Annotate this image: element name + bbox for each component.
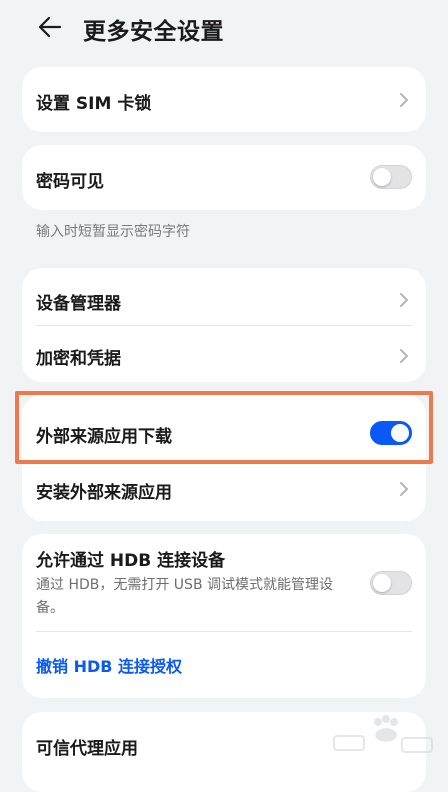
chevron-right-icon — [398, 291, 410, 309]
chevron-right-icon — [398, 347, 410, 365]
password-visible-row: 密码可见 — [22, 145, 426, 210]
sim-lock-card: 设置 SIM 卡锁 — [22, 67, 426, 132]
toggle-knob — [373, 168, 391, 186]
hdb-label: 允许通过 HDB 连接设备 — [36, 551, 226, 571]
encryption-credentials-label: 加密和凭据 — [36, 349, 121, 369]
password-visible-toggle[interactable] — [370, 165, 412, 189]
trust-agents-label: 可信代理应用 — [36, 739, 138, 759]
divider — [36, 631, 412, 632]
password-visible-label: 密码可见 — [36, 172, 104, 192]
arrow-left-icon[interactable] — [34, 12, 66, 42]
toggle-knob — [373, 574, 391, 592]
install-external-label: 安装外部来源应用 — [36, 483, 172, 503]
encryption-credentials-row[interactable]: 加密和凭据 — [22, 326, 426, 382]
highlight-box — [15, 391, 433, 464]
device-manager-row[interactable]: 设备管理器 — [22, 268, 426, 325]
hdb-description: 通过 HDB，无需打开 USB 调试模式就能管理设备。 — [36, 577, 333, 616]
sim-lock-label: 设置 SIM 卡锁 — [36, 94, 152, 114]
hdb-row: 允许通过 HDB 连接设备 通过 HDB，无需打开 USB 调试模式就能管理设备… — [22, 534, 426, 631]
chevron-right-icon — [398, 480, 410, 498]
install-external-row[interactable]: 安装外部来源应用 — [22, 467, 426, 521]
hdb-toggle[interactable] — [370, 571, 412, 595]
password-visible-caption: 输入时短暂显示密码字符 — [36, 224, 190, 240]
chevron-right-icon — [398, 91, 410, 109]
watermark-logo — [328, 712, 438, 760]
sim-lock-row[interactable]: 设置 SIM 卡锁 — [22, 67, 426, 132]
device-management-card: 设备管理器 加密和凭据 — [22, 268, 426, 382]
password-visible-card: 密码可见 — [22, 145, 426, 210]
revoke-hdb-link[interactable]: 撤销 HDB 连接授权 — [36, 653, 182, 677]
header-bar: 更多安全设置 — [0, 0, 448, 58]
page-title: 更多安全设置 — [83, 19, 224, 45]
hdb-card: 允许通过 HDB 连接设备 通过 HDB，无需打开 USB 调试模式就能管理设备… — [22, 534, 426, 698]
device-manager-label: 设备管理器 — [36, 294, 121, 314]
